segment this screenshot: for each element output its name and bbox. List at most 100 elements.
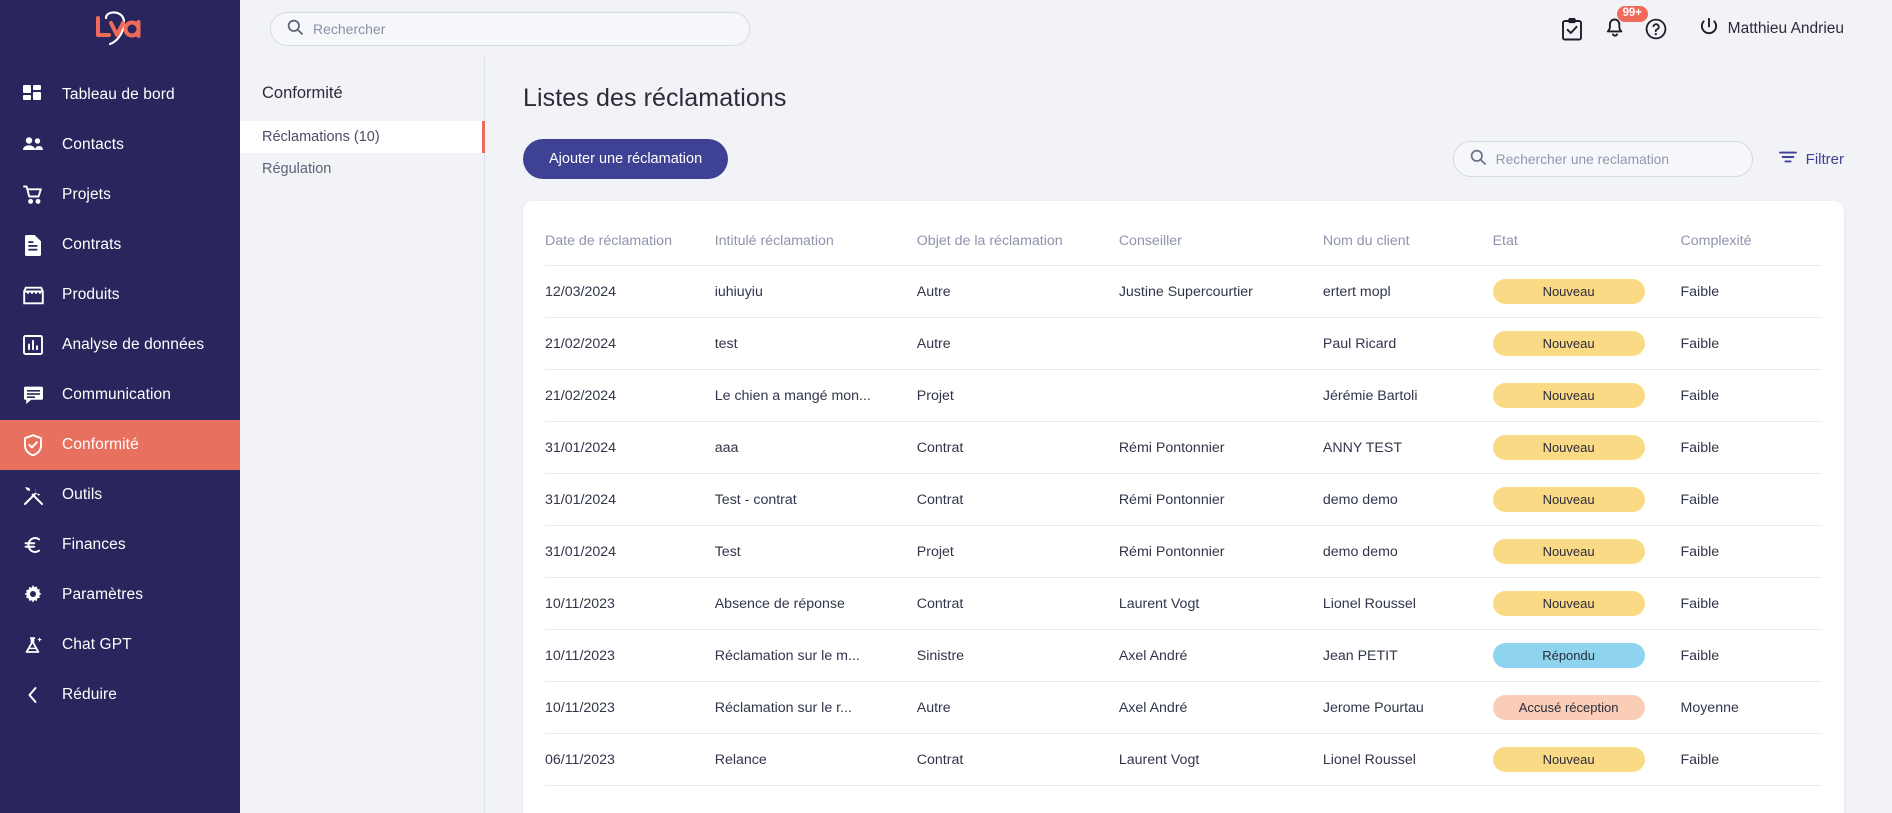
table-row[interactable]: 12/03/2024 iuhiuyiu Autre Justine Supercour… [545, 265, 1822, 318]
status-badge: Nouveau [1492, 279, 1645, 304]
primary-sidebar: Tableau de bord Contacts Projets Contrat… [0, 0, 240, 813]
sidebar-item-label: Chat GPT [62, 636, 132, 653]
add-reclamation-button[interactable]: Ajouter une réclamation [523, 139, 729, 179]
filter-button[interactable]: Filtrer [1778, 150, 1844, 168]
user-name: Matthieu Andrieu [1727, 20, 1844, 37]
table-row[interactable]: 31/01/2024 Test - contrat Contrat Rémi Pont… [545, 473, 1822, 526]
cell-intitule: Réclamation sur le m... [714, 629, 917, 682]
sidebar-item-label: Finances [62, 536, 126, 553]
column-header-client[interactable]: Nom du client [1322, 201, 1493, 266]
status-badge: Nouveau [1492, 747, 1645, 772]
subnav-title: Conformité [262, 84, 343, 102]
sidebar-item-finances[interactable]: Finances [0, 520, 240, 570]
brand-logo[interactable] [0, 0, 240, 58]
shield-check-icon [22, 434, 44, 456]
status-badge: Nouveau [1492, 539, 1645, 564]
sidebar-item-label: Tableau de bord [62, 86, 175, 103]
sidebar-item-outils[interactable]: Outils [0, 470, 240, 520]
cell-objet: Contrat [916, 473, 1119, 526]
sidebar-item-label: Outils [62, 486, 103, 503]
cell-intitule: aaa [714, 421, 917, 474]
sidebar-item-produits[interactable]: Produits [0, 270, 240, 320]
cell-client: ANNY TEST [1322, 421, 1493, 474]
status-badge: Nouveau [1492, 331, 1645, 356]
column-header-etat[interactable]: Etat [1492, 201, 1681, 266]
app-root: Tableau de bord Contacts Projets Contrat… [0, 0, 1892, 813]
subnav-item-reclamations[interactable]: Réclamations (10) [240, 121, 485, 153]
cell-date: 10/11/2023 [545, 629, 715, 682]
table-row[interactable]: 31/01/2024 aaa Contrat Rémi Pontonnier ANNY … [545, 421, 1822, 474]
table-row[interactable]: 10/11/2023 Réclamation sur le r... Autre Ax… [545, 681, 1822, 734]
cell-client: Lionel Roussel [1322, 577, 1493, 630]
search-input[interactable] [313, 21, 733, 37]
help-circle-icon[interactable] [1645, 18, 1667, 40]
cell-conseiller [1118, 369, 1323, 422]
sidebar-item-label: Contrats [62, 236, 122, 253]
column-header-date[interactable]: Date de réclamation [545, 201, 715, 266]
cell-etat: Répondu [1492, 629, 1681, 682]
sidebar-item-communication[interactable]: Communication [0, 370, 240, 420]
cell-intitule: test [714, 317, 917, 370]
cell-conseiller: Rémi Pontonnier [1118, 525, 1323, 578]
table-row[interactable]: 10/11/2023 Réclamation sur le m... Sinistr… [545, 629, 1822, 682]
lya-logo-icon [96, 11, 141, 46]
global-search[interactable] [270, 12, 750, 46]
sidebar-item-contrats[interactable]: Contrats [0, 220, 240, 270]
chart-icon [22, 334, 44, 356]
sidebar-item-tableau-de-bord[interactable]: Tableau de bord [0, 70, 240, 120]
main-area: 99+ Matthieu Andrieu Conformité Récla [240, 0, 1892, 813]
sidebar-item-contacts[interactable]: Contacts [0, 120, 240, 170]
cell-complexite: Faible [1680, 525, 1822, 578]
cell-date: 21/02/2024 [545, 317, 715, 370]
cell-complexite: Faible [1680, 473, 1822, 526]
user-menu[interactable]: Matthieu Andrieu [1699, 17, 1844, 42]
sidebar-item-parametres[interactable]: Paramètres [0, 570, 240, 620]
cell-conseiller: Laurent Vogt [1118, 577, 1323, 630]
cell-complexite: Faible [1680, 369, 1822, 422]
reclamation-search[interactable] [1452, 141, 1753, 177]
cell-objet: Projet [916, 525, 1119, 578]
sidebar-item-projets[interactable]: Projets [0, 170, 240, 220]
table-row[interactable]: 10/11/2023 Absence de réponse Contrat Laure… [545, 577, 1822, 630]
cell-objet: Contrat [916, 577, 1119, 630]
top-bar: 99+ Matthieu Andrieu [240, 0, 1892, 58]
status-badge: Répondu [1492, 643, 1645, 668]
sidebar-item-conformite[interactable]: Conformité [0, 420, 240, 470]
cell-conseiller: Rémi Pontonnier [1118, 421, 1323, 474]
status-badge: Accusé réception [1492, 695, 1645, 720]
table-row[interactable]: 31/01/2024 Test Projet Rémi Pontonnier demo … [545, 525, 1822, 578]
gear-icon [22, 584, 44, 606]
column-header-objet[interactable]: Objet de la réclamation [916, 201, 1119, 266]
cell-objet: Contrat [916, 733, 1119, 786]
column-header-intitule[interactable]: Intitulé réclamation [714, 201, 917, 266]
table-row[interactable]: 06/11/2023 Relance Contrat Laurent Vogt Lion… [545, 733, 1822, 786]
sidebar-item-reduire[interactable]: Réduire [0, 670, 240, 720]
secondary-sidebar: Conformité Réclamations (10) Régulation [240, 58, 485, 813]
table-row[interactable]: 21/02/2024 Le chien a mangé mon... Projet J… [545, 369, 1822, 422]
cell-client: Paul Ricard [1322, 317, 1493, 370]
notifications-button[interactable]: 99+ [1605, 6, 1648, 43]
table-header-row: Date de réclamation Intitulé réclamation… [545, 201, 1822, 266]
cell-client: demo demo [1322, 525, 1493, 578]
cell-objet: Contrat [916, 421, 1119, 474]
clipboard-check-icon[interactable] [1561, 17, 1583, 41]
status-badge: Nouveau [1492, 435, 1645, 460]
search-icon [287, 19, 303, 40]
reclamations-table: Date de réclamation Intitulé réclamation… [545, 201, 1822, 786]
sidebar-item-label: Réduire [62, 686, 117, 703]
cell-complexite: Faible [1680, 421, 1822, 474]
cell-etat: Nouveau [1492, 733, 1681, 786]
subnav-item-regulation[interactable]: Régulation [240, 153, 484, 185]
column-header-conseiller[interactable]: Conseiller [1118, 201, 1323, 266]
euro-icon [22, 534, 44, 556]
cell-conseiller: Laurent Vogt [1118, 733, 1323, 786]
table-row[interactable]: 21/02/2024 test Autre Paul Ricard Nouveau Fai… [545, 317, 1822, 370]
cell-client: demo demo [1322, 473, 1493, 526]
column-header-complexite[interactable]: Complexité [1680, 201, 1822, 266]
sidebar-item-chat-gpt[interactable]: Chat GPT [0, 620, 240, 670]
sidebar-item-analyse-de-donnees[interactable]: Analyse de données [0, 320, 240, 370]
cell-intitule: iuhiuyiu [714, 265, 917, 318]
sidebar-item-label: Produits [62, 286, 120, 303]
cell-intitule: Relance [714, 733, 917, 786]
reclamation-search-input[interactable] [1495, 151, 1736, 167]
